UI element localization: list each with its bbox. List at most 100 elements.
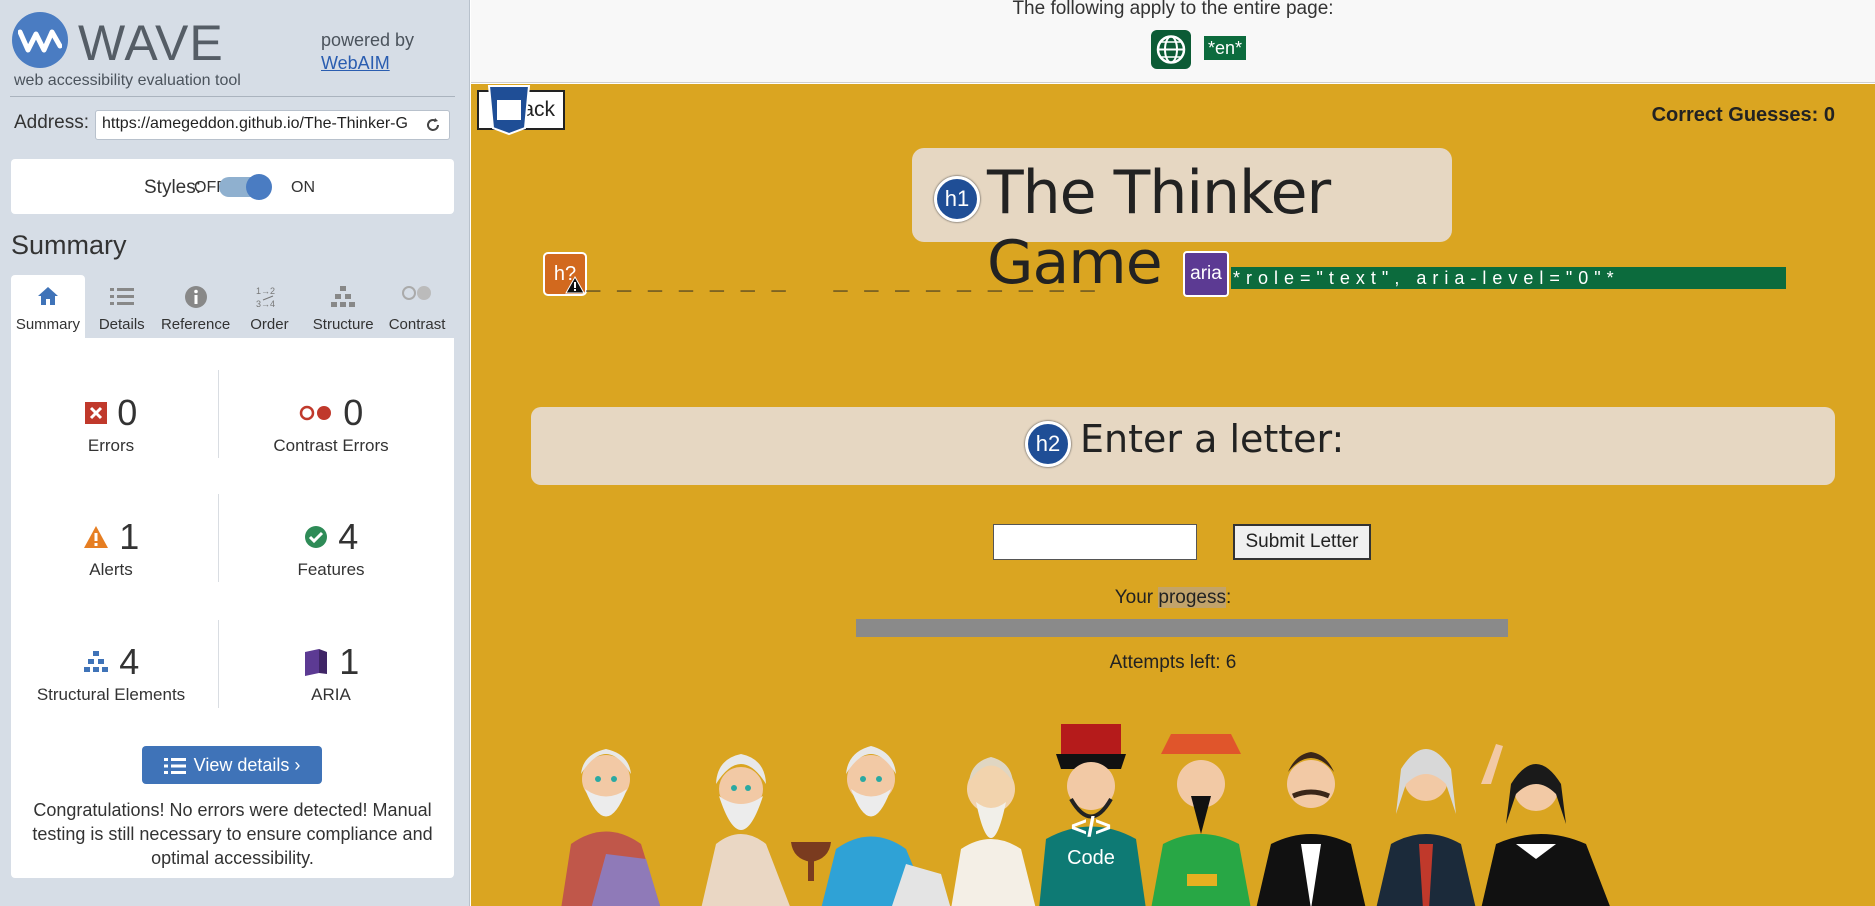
wave-sidebar: WAVE web accessibility evaluation tool p… (0, 0, 470, 906)
wave-tabs: Summary Details Reference 1→2 3→4 Order S… (11, 275, 454, 338)
tab-label: Details (98, 316, 145, 333)
progress-suffix: : (1226, 587, 1232, 608)
thinker-figure (951, 757, 1036, 906)
features-label: Features (297, 560, 365, 579)
aria-stat[interactable]: 1 ARIA (231, 641, 431, 705)
tab-order[interactable]: 1→2 3→4 Order (232, 275, 306, 338)
thinker-figure (1151, 734, 1251, 906)
thinker-figure (701, 754, 790, 906)
submit-letter-button[interactable]: Submit Letter (1233, 524, 1371, 560)
toggle-knob (246, 174, 272, 200)
code-label: Code (1067, 847, 1115, 869)
page-level-info: The following apply to the entire page: … (471, 0, 1875, 83)
feature-check-icon (304, 526, 327, 548)
contrast-icon (402, 286, 432, 300)
thinker-figure (1481, 744, 1610, 906)
tab-details[interactable]: Details (85, 275, 159, 338)
home-icon (37, 287, 58, 305)
contrast-errors-label: Contrast Errors (273, 436, 389, 455)
progress-label: Your progess: (471, 587, 1875, 609)
features-stat[interactable]: 4 Features (231, 516, 431, 580)
alert-icon (83, 526, 108, 548)
thinkers-illustration: </> Code (561, 724, 1610, 906)
thinker-figure (791, 746, 951, 906)
h1-badge[interactable]: h1 (934, 176, 980, 222)
enter-letter-box: h2 Enter a letter: (531, 407, 1835, 485)
styles-toggle[interactable] (219, 174, 272, 200)
tab-summary[interactable]: Summary (11, 275, 85, 338)
thinker-figure (1376, 749, 1476, 906)
wave-logo-icon (12, 12, 68, 68)
webaim-link[interactable]: WebAIM (321, 53, 390, 74)
contrast-errors-stat[interactable]: 0 Contrast Errors (231, 392, 431, 456)
h2-badge[interactable]: h2 (1025, 421, 1071, 467)
svg-text:3→4: 3→4 (256, 299, 275, 309)
progress-word: progess (1158, 587, 1226, 608)
language-globe-icon[interactable] (1151, 30, 1191, 69)
word-blanks: _ _ _ _ _ _ _ _ _ _ _ _ _ _ _ _ (586, 264, 1096, 292)
html5-region-icon[interactable] (485, 84, 533, 136)
congrats-message: Congratulations! No errors were detected… (32, 800, 433, 868)
aria-attributes-text: *role="text", aria-level="0"* (1231, 267, 1786, 289)
tab-label: Contrast (388, 316, 446, 333)
svg-text:1→2: 1→2 (256, 286, 275, 296)
summary-card: 0 Errors 0 Contrast Errors 1 Alerts 4 Fe… (11, 338, 454, 878)
attempts-left: Attempts left: 6 (1109, 652, 1237, 673)
order-icon: 1→23→4 (256, 286, 275, 309)
structural-label: Structural Elements (36, 685, 186, 704)
tab-reference[interactable]: Reference (159, 275, 233, 338)
tab-label: Reference (160, 316, 231, 333)
styles-on-label: ON (291, 179, 315, 196)
code-glyph: </> (1071, 811, 1111, 842)
styles-toggle-box: Styles: OFF ON (11, 159, 454, 214)
thinker-figure (561, 749, 661, 906)
structural-stat[interactable]: 4 Structural Elements (11, 641, 211, 705)
divider (10, 96, 455, 97)
divider (218, 370, 219, 458)
aria-count: 1 (339, 641, 360, 682)
wave-tagline: web accessibility evaluation tool (14, 72, 241, 89)
view-details-button[interactable]: View details › (142, 746, 322, 784)
language-badge[interactable]: *en* (1204, 36, 1247, 60)
structure-icon (83, 651, 108, 672)
view-details-label: View details › (193, 755, 301, 775)
aria-label: ARIA (311, 685, 351, 704)
alerts-stat[interactable]: 1 Alerts (11, 516, 211, 580)
title-box: h1 The Thinker Game (912, 148, 1452, 298)
tab-label: Summary (15, 316, 80, 333)
divider (218, 494, 219, 582)
errors-stat[interactable]: 0 Errors (11, 392, 211, 456)
contrast-error-icon (299, 405, 331, 421)
alerts-count: 1 (119, 516, 140, 557)
structure-icon (331, 286, 356, 307)
aria-icon (304, 649, 327, 676)
info-icon (184, 286, 207, 308)
tab-structure[interactable]: Structure (306, 275, 380, 338)
thinker-figure (1256, 752, 1366, 906)
thinker-figure: </> Code (1039, 724, 1146, 906)
contrast-errors-count: 0 (343, 392, 364, 433)
page-level-info-text: The following apply to the entire page: (1012, 0, 1334, 19)
reload-icon[interactable] (424, 116, 442, 134)
summary-heading: Summary (11, 230, 127, 260)
errors-count: 0 (117, 392, 138, 433)
progress-bar (856, 619, 1508, 637)
powered-by-label: powered by (321, 30, 415, 50)
progress-prefix: Your (1114, 587, 1159, 608)
structural-count: 4 (119, 641, 140, 682)
aria-badge[interactable]: aria (1183, 251, 1229, 297)
word-row: h? _ _ _ _ _ _ _ _ _ _ _ _ _ _ _ _ aria … (543, 251, 1803, 312)
tab-label: Order (250, 316, 289, 333)
list-icon (163, 758, 186, 775)
correct-guesses-counter: Correct Guesses: 0 (1651, 104, 1835, 126)
divider (218, 620, 219, 708)
error-icon (84, 402, 107, 424)
address-input[interactable]: https://amegeddon.github.io/The-Thinker-… (95, 110, 450, 140)
list-icon (109, 288, 134, 305)
styles-label: Styles: (144, 177, 202, 198)
letter-input[interactable] (993, 524, 1197, 560)
errors-label: Errors (87, 436, 135, 455)
alerts-label: Alerts (89, 560, 133, 579)
features-count: 4 (338, 516, 359, 557)
tab-contrast[interactable]: Contrast (380, 275, 454, 338)
